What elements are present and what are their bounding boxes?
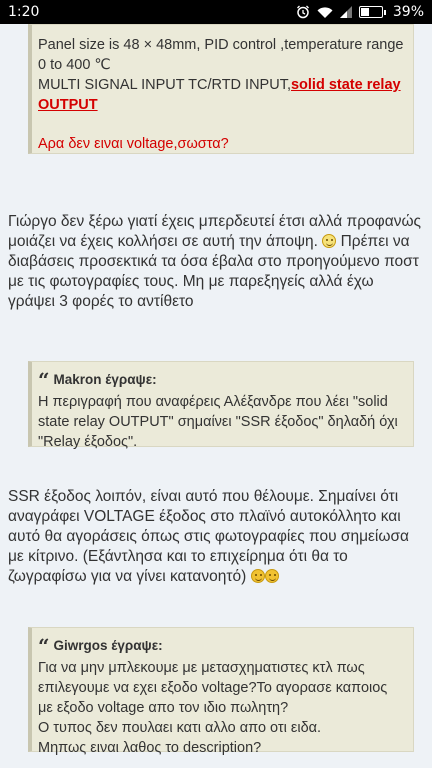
smile-emoji-icon	[250, 569, 265, 583]
quote-line-panel: Panel size is 48 × 48mm, PID control ,te…	[38, 37, 404, 73]
quote-block-makron: “ Makron έγραψε: Η περιγραφή που αναφέρε…	[28, 361, 414, 450]
quote-mark-icon: “	[38, 368, 50, 392]
confused-emoji-icon	[322, 234, 337, 248]
quote-question: Αρα δεν ειναι voltage,σωστα?	[38, 136, 229, 152]
quote-line-3: Μηπως ειναι λαθος το description?	[38, 740, 262, 756]
signal-icon	[339, 6, 352, 18]
quote-mark-icon: “	[38, 634, 50, 658]
post-paragraph-2: SSR έξοδος λοιπόν, είναι αυτό που θέλουμ…	[8, 488, 409, 585]
smile-emoji-icon-2	[264, 569, 279, 583]
quote-author: “ Giwrgos έγραψε:	[38, 634, 163, 658]
alarm-icon	[296, 5, 310, 19]
quote-line-1: Για να μην μπλεκουμε με μετασχηματιστες …	[38, 660, 388, 716]
quote-block-top: Panel size is 48 × 48mm, PID control ,te…	[28, 24, 414, 154]
post-paragraph-1: Γιώργο δεν ξέρω γιατί έχεις μπερδευτεί έ…	[8, 213, 422, 310]
quote-text: Η περιγραφή που αναφέρεις Αλέξανδρε που …	[38, 394, 398, 450]
quote-author: “ Makron έγραψε:	[38, 368, 157, 392]
battery-icon	[358, 6, 386, 18]
status-time: 1:20	[8, 4, 40, 20]
quote-block-giwrgos: “ Giwrgos έγραψε: Για να μην μπλεκουμε μ…	[28, 627, 414, 756]
status-bar: 1:20 39%	[0, 0, 432, 24]
quote-line-2: Ο τυπος δεν πουλαει κατι αλλο απο οτι ει…	[38, 720, 322, 736]
status-icons: 39%	[296, 4, 424, 20]
quote-line-signal: MULTI SIGNAL INPUT TC/RTD INPUT,solid st…	[38, 77, 401, 113]
battery-percent: 39%	[392, 4, 424, 20]
wifi-icon	[317, 6, 333, 19]
